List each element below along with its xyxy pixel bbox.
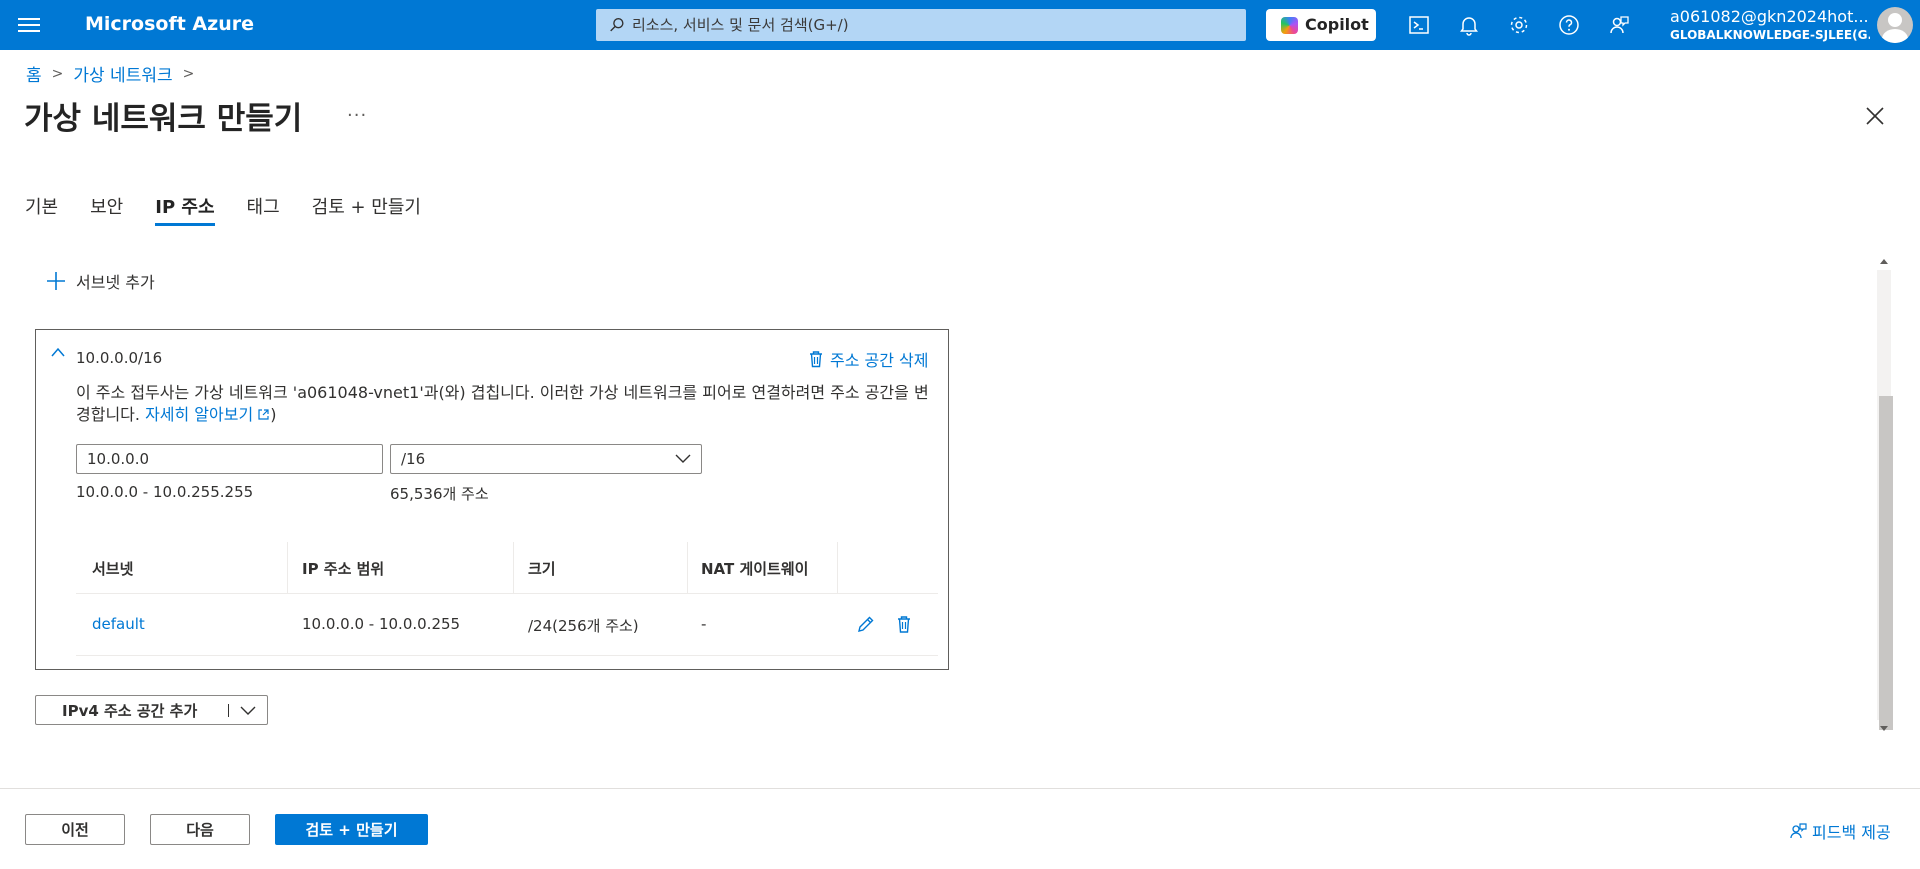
address-prefix-input[interactable] (76, 444, 383, 474)
column-header-ip-range[interactable]: IP 주소 범위 (302, 558, 384, 579)
address-space-panel: 10.0.0.0/16 주소 공간 삭제 이 주소 접두사는 가상 네트워크 '… (35, 329, 949, 670)
edit-icon[interactable] (856, 614, 876, 634)
add-ipv4-address-space-button[interactable]: IPv4 주소 공간 추가 (35, 695, 268, 725)
scroll-thumb[interactable] (1879, 396, 1893, 730)
breadcrumb: 홈 > 가상 네트워크 > (26, 61, 204, 87)
close-icon[interactable] (1864, 105, 1886, 127)
account-info[interactable]: a061082@gkn2024hot... GLOBALKNOWLEDGE-SJ… (1670, 7, 1870, 42)
scroll-up-icon[interactable] (1879, 256, 1889, 266)
review-create-button[interactable]: 검토 + 만들기 (275, 814, 428, 845)
delete-address-space-label: 주소 공간 삭제 (830, 351, 929, 370)
avatar[interactable] (1877, 7, 1913, 43)
tab-basics[interactable]: 기본 (25, 193, 58, 229)
give-feedback-link[interactable]: 피드백 제공 (1788, 819, 1891, 843)
address-count-text: 65,536개 주소 (390, 485, 489, 503)
wizard-tabs: 기본 보안 IP 주소 태그 검토 + 만들기 (25, 193, 453, 229)
subnet-ip-range: 10.0.0.0 - 10.0.0.255 (302, 615, 461, 633)
gear-icon[interactable] (1507, 13, 1531, 37)
user-email: a061082@gkn2024hot... (1670, 7, 1869, 26)
add-subnet-label: 서브넷 추가 (76, 273, 155, 292)
breadcrumb-virtual-networks[interactable]: 가상 네트워크 (73, 61, 172, 86)
copilot-label: Copilot (1305, 15, 1369, 34)
table-row: default 10.0.0.0 - 10.0.0.255 /24(256개 주… (76, 594, 938, 656)
chevron-right-icon: > (51, 65, 64, 82)
subnet-size: /24(256개 주소) (528, 617, 639, 635)
address-range-text: 10.0.0.0 - 10.0.255.255 (76, 483, 254, 501)
overlap-warning: 이 주소 접두사는 가상 네트워크 'a061048-vnet1'과(와) 겹칩… (76, 382, 936, 426)
tab-ip-addresses[interactable]: IP 주소 (155, 193, 215, 229)
user-org: GLOBALKNOWLEDGE-SJLEE(G... (1670, 28, 1870, 42)
trash-icon (810, 351, 822, 368)
subnet-table: 서브넷 IP 주소 범위 크기 NAT 게이트웨이 default 10.0.0… (76, 540, 938, 656)
previous-button[interactable]: 이전 (25, 814, 125, 845)
chevron-right-icon: > (182, 65, 195, 82)
breadcrumb-home[interactable]: 홈 (26, 61, 42, 86)
column-header-nat-gateway[interactable]: NAT 게이트웨이 (701, 558, 808, 579)
tab-tags[interactable]: 태그 (247, 193, 280, 229)
feedback-icon[interactable] (1607, 13, 1631, 37)
copilot-icon (1281, 17, 1298, 34)
external-link-icon (258, 409, 269, 420)
learn-more-link[interactable]: 자세히 알아보기 (145, 405, 253, 424)
chevron-down-icon (675, 454, 691, 463)
bell-icon[interactable] (1457, 13, 1481, 37)
copilot-button[interactable]: Copilot (1266, 9, 1376, 41)
column-header-size[interactable]: 크기 (528, 558, 556, 579)
feedback-icon (1790, 823, 1807, 839)
help-icon[interactable] (1557, 13, 1581, 37)
chevron-down-icon[interactable] (240, 706, 256, 716)
trash-icon[interactable] (894, 614, 914, 634)
learn-more-close-paren: ) (270, 405, 277, 424)
add-subnet-button[interactable]: 서브넷 추가 (46, 269, 155, 293)
add-ipv4-label: IPv4 주소 공간 추가 (62, 701, 198, 720)
page-title: 가상 네트워크 만들기 (24, 101, 303, 137)
prefix-length-select[interactable]: /16 (390, 444, 702, 474)
more-options-button[interactable]: ... (347, 100, 367, 121)
next-button[interactable]: 다음 (150, 814, 250, 845)
search-input[interactable] (632, 9, 1232, 41)
search-icon (610, 18, 624, 32)
vertical-scrollbar[interactable] (1875, 254, 1893, 736)
tab-review-create[interactable]: 검토 + 만들기 (312, 193, 421, 229)
menu-icon[interactable] (18, 15, 40, 35)
give-feedback-label: 피드백 제공 (1812, 823, 1891, 842)
column-header-subnet[interactable]: 서브넷 (92, 558, 133, 579)
scroll-down-icon[interactable] (1879, 724, 1889, 734)
brand-title[interactable]: Microsoft Azure (85, 13, 254, 35)
top-bar: Microsoft Azure Copilot a061082@gkn2024h… (0, 0, 1920, 50)
global-search[interactable] (596, 9, 1246, 41)
cloud-shell-icon[interactable] (1407, 13, 1431, 37)
table-header: 서브넷 IP 주소 범위 크기 NAT 게이트웨이 (76, 540, 938, 594)
tab-security[interactable]: 보안 (90, 193, 123, 229)
delete-address-space-button[interactable]: 주소 공간 삭제 (808, 347, 929, 371)
plus-icon (47, 272, 65, 290)
subnet-nat-gateway: - (701, 615, 707, 633)
prefix-length-value: /16 (401, 450, 426, 468)
chevron-up-icon[interactable] (50, 346, 66, 358)
subnet-name-link[interactable]: default (92, 615, 145, 633)
address-space-header: 10.0.0.0/16 (76, 349, 163, 367)
